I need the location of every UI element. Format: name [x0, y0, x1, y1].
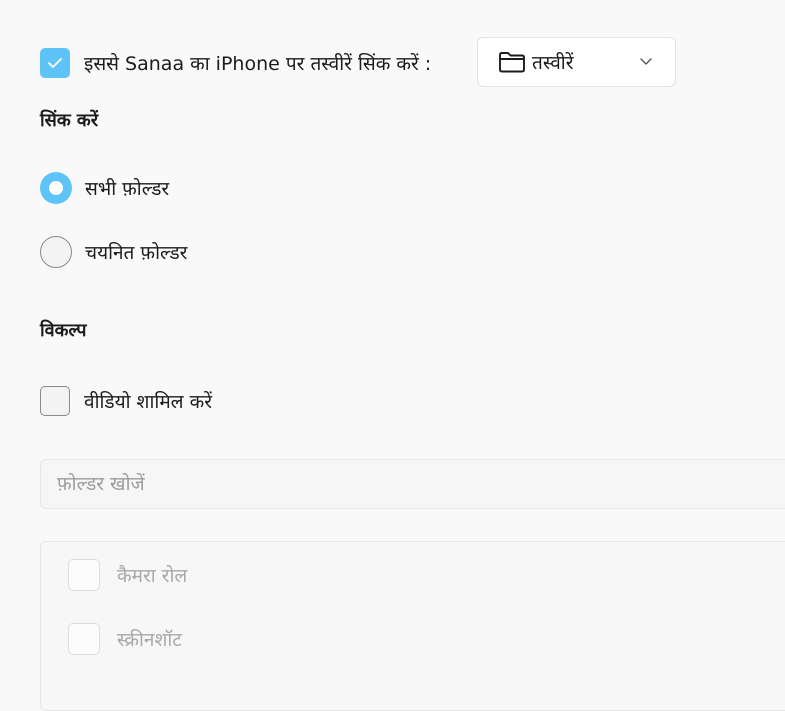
options-section-heading: विकल्प: [40, 320, 87, 341]
sync-photos-label: इससे Sanaa का iPhone पर तस्वीरें सिंक कर…: [84, 53, 432, 75]
sync-photos-checkbox[interactable]: [40, 48, 70, 78]
include-video-row[interactable]: वीडियो शामिल करें: [40, 384, 212, 418]
checkmark-icon: [48, 58, 62, 68]
photo-source-dropdown[interactable]: तस्वीरें: [477, 37, 676, 87]
radio-all-folders[interactable]: [40, 172, 72, 204]
sync-photos-row: इससे Sanaa का iPhone पर तस्वीरें सिंक कर…: [40, 37, 431, 89]
include-video-checkbox[interactable]: [40, 386, 70, 416]
sync-section-heading: सिंक करें: [40, 110, 99, 131]
radio-all-folders-label: सभी फ़ोल्डर: [85, 178, 170, 200]
radio-dot: [49, 181, 63, 195]
folder-item-screenshots[interactable]: स्क्रीनशॉट: [68, 623, 182, 655]
radio-selected-folders-label: चयनित फ़ोल्डर: [85, 242, 188, 264]
include-video-label: वीडियो शामिल करें: [84, 391, 212, 413]
radio-all-folders-row[interactable]: सभी फ़ोल्डर: [40, 171, 169, 205]
folder-label-screenshots: स्क्रीनशॉट: [117, 629, 182, 651]
folder-item-camera-roll[interactable]: कैमरा रोल: [68, 559, 187, 591]
chevron-down-icon: [640, 58, 652, 65]
folder-search-input[interactable]: [40, 459, 785, 509]
folder-label-camera-roll: कैमरा रोल: [117, 565, 188, 587]
folder-icon: [499, 52, 525, 73]
radio-selected-folders-row[interactable]: चयनित फ़ोल्डर: [40, 235, 187, 269]
folder-list: कैमरा रोल स्क्रीनशॉट: [40, 541, 785, 711]
dropdown-selected-value: तस्वीरें: [532, 52, 574, 74]
folder-checkbox-camera-roll[interactable]: [68, 559, 100, 591]
radio-selected-folders[interactable]: [40, 236, 72, 268]
folder-checkbox-screenshots[interactable]: [68, 623, 100, 655]
